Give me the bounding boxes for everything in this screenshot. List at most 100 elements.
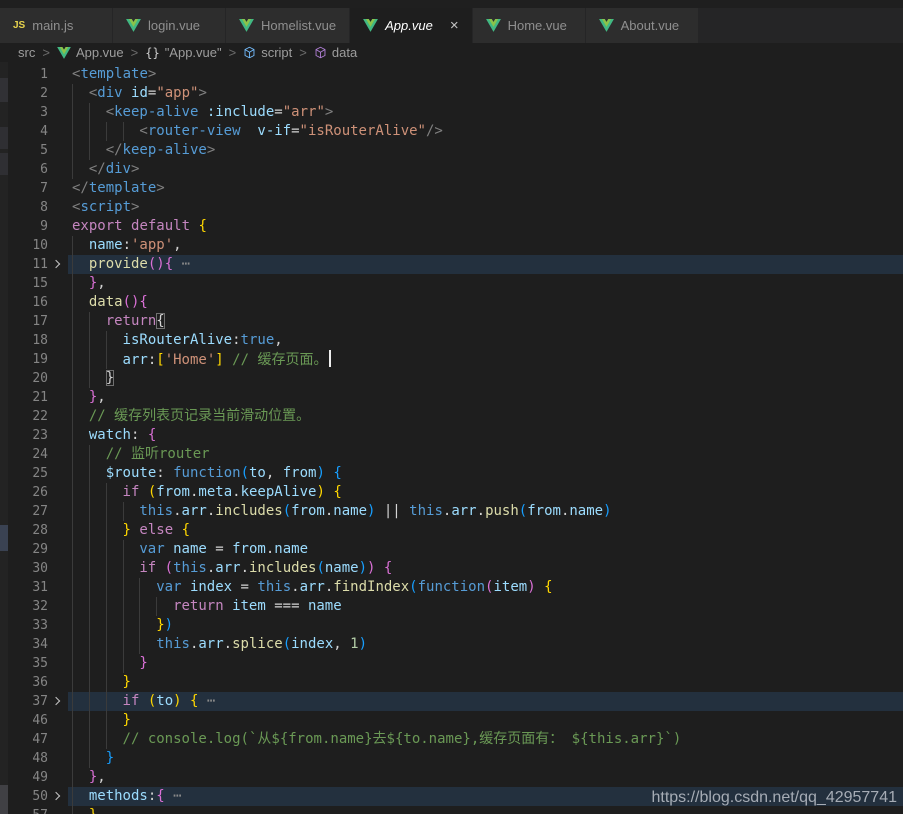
tab-home-vue[interactable]: Home.vue — [472, 8, 585, 43]
line-number[interactable]: 35 — [8, 654, 48, 673]
code-line-19[interactable]: 19 arr:['Home'] // 缓存页面。 — [0, 350, 903, 369]
code-line-5[interactable]: 5 </keep-alive> — [0, 141, 903, 160]
code-line-16[interactable]: 16 data(){ — [0, 293, 903, 312]
code-line-36[interactable]: 36} — [0, 673, 903, 692]
code-text[interactable]: this.arr.includes(from.name) || this.arr… — [68, 502, 903, 521]
line-number[interactable]: 24 — [8, 445, 48, 464]
line-number[interactable]: 48 — [8, 749, 48, 768]
line-number[interactable]: 49 — [8, 768, 48, 787]
breadcrumb-item-appvue-object[interactable]: {} "App.vue" — [145, 45, 221, 60]
code-text[interactable]: <router-view v-if="isRouterAlive"/> — [68, 122, 903, 141]
fold-chevron-icon[interactable] — [48, 787, 68, 806]
code-line-11[interactable]: 11 provide(){ ⋯ — [0, 255, 903, 274]
code-line-8[interactable]: 8 <script> — [0, 198, 903, 217]
breadcrumb-item-script[interactable]: script — [243, 45, 292, 60]
code-text[interactable]: // console.log(`从${from.name}去${to.name}… — [68, 730, 903, 749]
code-line-17[interactable]: 17 return{ — [0, 312, 903, 331]
code-text[interactable]: <keep-alive :include="arr"> — [68, 103, 903, 122]
line-number[interactable]: 5 — [8, 141, 48, 160]
line-number[interactable]: 3 — [8, 103, 48, 122]
line-number[interactable]: 9 — [8, 217, 48, 236]
code-line-20[interactable]: 20} — [0, 369, 903, 388]
code-text[interactable]: export default { — [68, 217, 903, 236]
breadcrumb-item-data[interactable]: data — [314, 45, 357, 60]
code-line-49[interactable]: 49}, — [0, 768, 903, 787]
code-line-23[interactable]: 23 watch: { — [0, 426, 903, 445]
line-number[interactable]: 16 — [8, 293, 48, 312]
code-text[interactable]: } — [68, 711, 903, 730]
tab-login-vue[interactable]: login.vue — [113, 8, 225, 43]
code-text[interactable]: if (this.arr.includes(name)) { — [68, 559, 903, 578]
code-line-47[interactable]: 47 // console.log(`从${from.name}去${to.nam… — [0, 730, 903, 749]
line-number[interactable]: 21 — [8, 388, 48, 407]
code-line-32[interactable]: 32 return item === name — [0, 597, 903, 616]
code-text[interactable]: isRouterAlive:true, — [68, 331, 903, 350]
code-text[interactable]: <template> — [68, 65, 903, 84]
line-number[interactable]: 29 — [8, 540, 48, 559]
code-text[interactable]: </div> — [68, 160, 903, 179]
code-line-48[interactable]: 48} — [0, 749, 903, 768]
line-number[interactable]: 28 — [8, 521, 48, 540]
code-line-26[interactable]: 26 if (from.meta.keepAlive) { — [0, 483, 903, 502]
code-line-35[interactable]: 35} — [0, 654, 903, 673]
fold-chevron-icon[interactable] — [48, 692, 68, 711]
tab-homelist-vue[interactable]: Homelist.vue — [226, 8, 350, 43]
breadcrumb-item-appvue[interactable]: App.vue — [57, 45, 124, 60]
line-number[interactable]: 8 — [8, 198, 48, 217]
code-text[interactable]: } — [68, 673, 903, 692]
code-text[interactable]: if (from.meta.keepAlive) { — [68, 483, 903, 502]
fold-chevron-icon[interactable] — [48, 255, 68, 274]
code-text[interactable]: provide(){ ⋯ — [68, 255, 903, 274]
code-line-37[interactable]: 37 if (to) { ⋯ — [0, 692, 903, 711]
line-number[interactable]: 2 — [8, 84, 48, 103]
code-line-22[interactable]: 22 // 缓存列表页记录当前滑动位置。 — [0, 407, 903, 426]
line-number[interactable]: 30 — [8, 559, 48, 578]
code-text[interactable]: </keep-alive> — [68, 141, 903, 160]
line-number[interactable]: 15 — [8, 274, 48, 293]
line-number[interactable]: 27 — [8, 502, 48, 521]
code-text[interactable]: }, — [68, 274, 903, 293]
code-line-33[interactable]: 33}) — [0, 616, 903, 635]
line-number[interactable]: 20 — [8, 369, 48, 388]
code-line-21[interactable]: 21}, — [0, 388, 903, 407]
code-text[interactable]: name:'app', — [68, 236, 903, 255]
code-line-15[interactable]: 15}, — [0, 274, 903, 293]
tab-app-vue[interactable]: App.vue × — [350, 8, 472, 43]
breadcrumb-item-src[interactable]: src — [18, 45, 35, 60]
line-number[interactable]: 1 — [8, 65, 48, 84]
code-line-25[interactable]: 25 $route: function(to, from) { — [0, 464, 903, 483]
code-text[interactable]: $route: function(to, from) { — [68, 464, 903, 483]
code-text[interactable]: arr:['Home'] // 缓存页面。 — [68, 350, 903, 369]
line-number[interactable]: 11 — [8, 255, 48, 274]
line-number[interactable]: 25 — [8, 464, 48, 483]
code-line-28[interactable]: 28} else { — [0, 521, 903, 540]
line-number[interactable]: 32 — [8, 597, 48, 616]
code-text[interactable]: } — [68, 654, 903, 673]
code-line-30[interactable]: 30 if (this.arr.includes(name)) { — [0, 559, 903, 578]
code-editor[interactable]: 1 <template> 2 <div id="app"> 3 <keep-alive :… — [0, 62, 903, 814]
code-line-9[interactable]: 9 export default { — [0, 217, 903, 236]
code-line-46[interactable]: 46} — [0, 711, 903, 730]
line-number[interactable]: 31 — [8, 578, 48, 597]
code-line-4[interactable]: 4 <router-view v-if="isRouterAlive"/> — [0, 122, 903, 141]
code-line-24[interactable]: 24 // 监听router — [0, 445, 903, 464]
close-icon[interactable]: × — [450, 18, 459, 33]
code-line-1[interactable]: 1 <template> — [0, 65, 903, 84]
code-text[interactable]: if (to) { ⋯ — [68, 692, 903, 711]
line-number[interactable]: 7 — [8, 179, 48, 198]
code-text[interactable]: <script> — [68, 198, 903, 217]
line-number[interactable]: 33 — [8, 616, 48, 635]
code-text[interactable]: }, — [68, 768, 903, 787]
code-line-6[interactable]: 6 </div> — [0, 160, 903, 179]
line-number[interactable]: 19 — [8, 350, 48, 369]
code-text[interactable]: }) — [68, 616, 903, 635]
code-text[interactable]: var name = from.name — [68, 540, 903, 559]
code-line-7[interactable]: 7 </template> — [0, 179, 903, 198]
line-number[interactable]: 22 — [8, 407, 48, 426]
line-number[interactable]: 57 — [8, 806, 48, 814]
line-number[interactable]: 34 — [8, 635, 48, 654]
code-text[interactable]: } — [68, 806, 903, 814]
code-text[interactable]: // 缓存列表页记录当前滑动位置。 — [68, 407, 903, 426]
code-line-57[interactable]: 57} — [0, 806, 903, 814]
line-number[interactable]: 37 — [8, 692, 48, 711]
